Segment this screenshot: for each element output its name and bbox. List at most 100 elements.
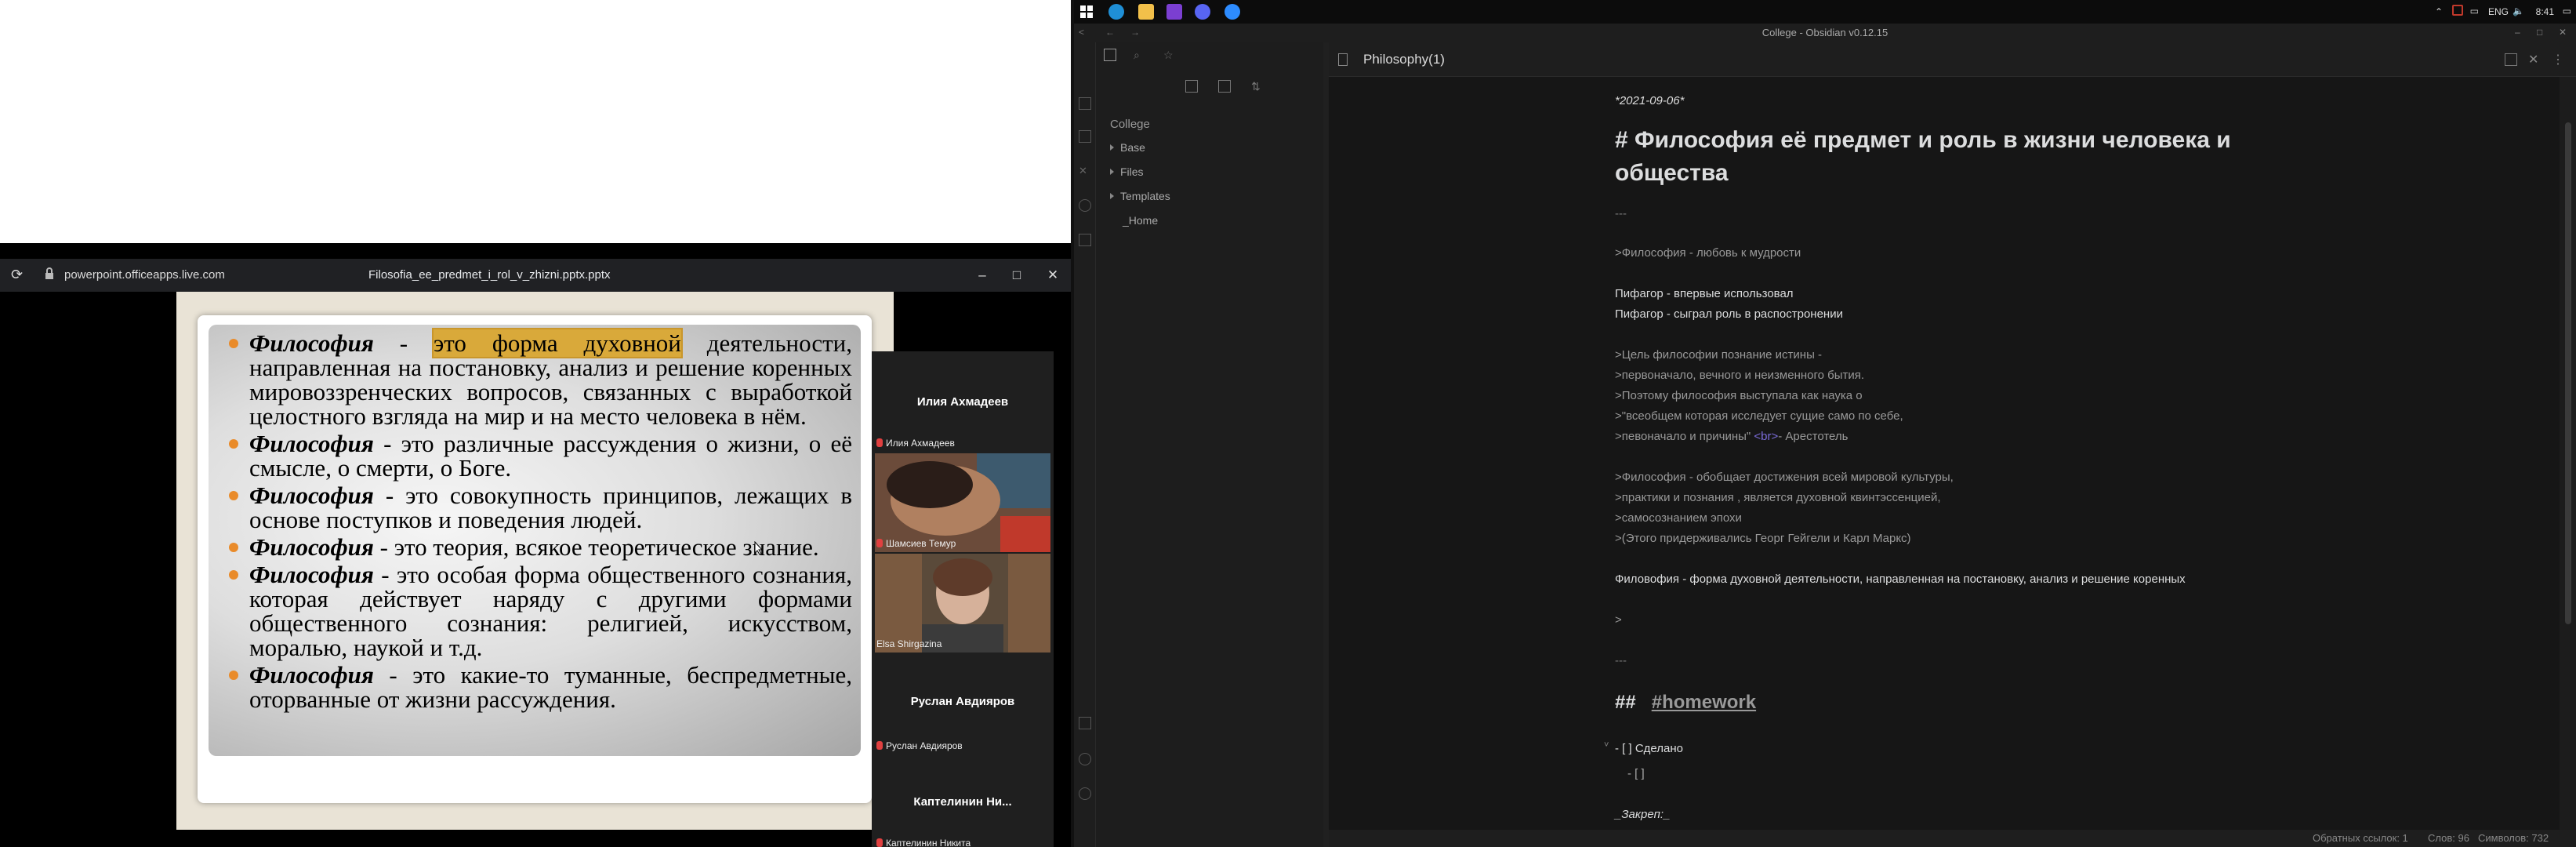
scrollbar[interactable]: [2565, 122, 2571, 624]
discord-icon[interactable]: [1195, 4, 1210, 20]
vault-name[interactable]: College: [1110, 118, 1150, 131]
participant-name: Руслан Авдияров: [910, 695, 1015, 708]
reading-mode-icon[interactable]: [2505, 53, 2517, 66]
tab-title[interactable]: Philosophy(1): [1363, 52, 1445, 67]
bullet-term: Философия: [249, 533, 374, 561]
backlinks-count[interactable]: Обратных ссылок: 1: [2313, 832, 2408, 844]
file-item[interactable]: _Home: [1123, 214, 1158, 227]
calendar-icon[interactable]: [1079, 130, 1091, 143]
window-maximize-button[interactable]: □: [2537, 27, 2542, 38]
file-icon: [1338, 53, 1348, 66]
help-icon[interactable]: [1079, 753, 1091, 765]
taskbar: ⌃ ▭ ENG 🔈 8:41 ▭: [1074, 0, 2576, 24]
quote-text: - Арестотель: [1778, 430, 1849, 443]
tray-app-icon[interactable]: [2452, 5, 2463, 16]
heading-2[interactable]: ## #homework: [1615, 692, 1756, 714]
highlighted-text: это форма духовной: [431, 328, 683, 358]
back-icon[interactable]: <: [1079, 27, 1084, 38]
quote-line[interactable]: >Цель философии познание истины -: [1615, 348, 1822, 362]
text-line[interactable]: Филовофия - форма духовной деятельности,…: [1615, 573, 2186, 586]
edge-icon[interactable]: [1108, 4, 1124, 20]
folder-label: Files: [1120, 165, 1144, 178]
notifications-icon[interactable]: ▭: [2563, 5, 2571, 16]
editor[interactable]: *2021-09-06* # Философия её предмет и ро…: [1329, 77, 2571, 830]
participant-tag-label: Каптелинин Никита: [886, 838, 971, 847]
window-minimize-button[interactable]: –: [2515, 27, 2520, 38]
vault-switcher-icon[interactable]: [1079, 717, 1091, 729]
more-options-icon[interactable]: ⋮: [2552, 52, 2564, 67]
homework-tag[interactable]: #homework: [1652, 692, 1756, 713]
date-line[interactable]: *2021-09-06*: [1615, 94, 1684, 107]
quote-line[interactable]: >певоначало и причины" <br>- Арестотель: [1615, 430, 1848, 443]
window-close-button[interactable]: ✕: [2559, 27, 2567, 38]
quote-line[interactable]: >Философия - обобщает достижения всей ми…: [1615, 471, 1954, 484]
folder-label: Templates: [1120, 190, 1170, 202]
close-button[interactable]: ✕: [1041, 264, 1065, 287]
zoom-icon[interactable]: [1225, 4, 1240, 20]
graph-view-icon[interactable]: [1079, 97, 1091, 110]
participant-name: Илия Ахмадеев: [916, 395, 1009, 409]
document-title: Filosofia_ee_predmet_i_rol_v_zhizni.pptx…: [368, 268, 611, 282]
folder-item[interactable]: Templates: [1110, 190, 1170, 202]
folder-item[interactable]: Files: [1110, 165, 1144, 178]
new-note-icon[interactable]: [1185, 80, 1198, 93]
reload-icon[interactable]: ⟳: [11, 267, 27, 282]
text-line[interactable]: Пифагор - сыграл роль в распостронении: [1615, 307, 1843, 321]
html-tag: <br>: [1754, 430, 1779, 443]
folder-icon[interactable]: [1104, 49, 1116, 61]
quote-line[interactable]: >первоначало, вечного и неизменного быти…: [1615, 369, 1864, 382]
chevron-up-icon[interactable]: ⌃: [2435, 6, 2443, 17]
participant-tag: Шамсиев Темур: [876, 538, 956, 549]
chevron-right-icon: [1110, 169, 1114, 175]
quote-line[interactable]: >самосознанием эпохи: [1615, 511, 1742, 525]
ribbon: ✕: [1074, 42, 1096, 847]
task-line[interactable]: - [ ] Сделано: [1615, 742, 1683, 755]
quote-line[interactable]: >: [1615, 613, 1622, 627]
horizontal-rule[interactable]: ---: [1615, 654, 1627, 667]
text-line[interactable]: _Закреп:_: [1615, 808, 1670, 821]
obsidian-icon[interactable]: [1166, 4, 1182, 20]
volume-icon[interactable]: 🔈: [2513, 5, 2524, 16]
quote-line[interactable]: >"всеобщем которая исследует сущие само …: [1615, 409, 1903, 423]
participant-tag-label: Elsa Shirgazina: [876, 638, 942, 649]
task-line[interactable]: - [ ]: [1627, 767, 1645, 780]
quote-line[interactable]: >практики и познания , является духовной…: [1615, 491, 1941, 504]
maximize-button[interactable]: □: [1005, 264, 1029, 287]
heading-1[interactable]: # Философия её предмет и роль в жизни че…: [1615, 124, 2273, 190]
network-icon[interactable]: ▭: [2470, 5, 2479, 16]
address-url[interactable]: powerpoint.officeapps.live.com: [64, 268, 225, 282]
window-title: College - Obsidian v0.12.15: [1074, 24, 2576, 42]
language-indicator[interactable]: ENG: [2488, 6, 2509, 17]
nav-back-icon[interactable]: ←: [1105, 27, 1115, 38]
windows-start-icon[interactable]: [1079, 4, 1094, 20]
publish-icon[interactable]: [1079, 199, 1091, 212]
file-explorer-icon[interactable]: [1138, 4, 1154, 20]
quote-line[interactable]: >(Этого придерживались Георг Гейгели и К…: [1615, 532, 1911, 545]
settings-icon[interactable]: [1079, 787, 1091, 800]
slide-bullet: Философия - это совокупность принципов, …: [221, 483, 852, 532]
quote-line[interactable]: >Поэтому философия выступала как наука о: [1615, 389, 1863, 402]
search-icon[interactable]: ⌕: [1134, 49, 1146, 61]
lock-icon: [44, 267, 55, 281]
participant-tag: Илия Ахмадеев: [876, 438, 955, 449]
quote-line[interactable]: >Философия - любовь к мудрости: [1615, 246, 1801, 260]
text-line[interactable]: Пифагор - впервые использовал: [1615, 287, 1794, 300]
command-palette-icon[interactable]: ✕: [1079, 165, 1091, 177]
participant-name: Каптелинин Ни...: [913, 795, 1012, 809]
sort-icon[interactable]: ⇅: [1251, 80, 1264, 93]
participant-tag: Руслан Авдияров: [876, 740, 963, 751]
star-icon[interactable]: ☆: [1163, 49, 1176, 61]
folder-item[interactable]: Base: [1110, 141, 1145, 154]
participant-tag: Каптелинин Никита: [876, 838, 971, 847]
clock[interactable]: 8:41: [2536, 6, 2554, 17]
bullet-term: Философия: [249, 561, 374, 588]
new-folder-icon[interactable]: [1218, 80, 1231, 93]
word-count: Слов: 96: [2428, 832, 2469, 844]
nav-forward-icon[interactable]: →: [1130, 27, 1140, 38]
starred-icon[interactable]: [1079, 234, 1091, 246]
close-pane-icon[interactable]: ✕: [2528, 52, 2541, 67]
minimize-button[interactable]: –: [971, 264, 994, 287]
horizontal-rule[interactable]: ---: [1615, 207, 1627, 220]
fold-chevron-icon[interactable]: ˅: [1604, 740, 1609, 750]
main-pane: Philosophy(1) ✕ ⋮ *2021-09-06* # Философ…: [1329, 42, 2576, 847]
